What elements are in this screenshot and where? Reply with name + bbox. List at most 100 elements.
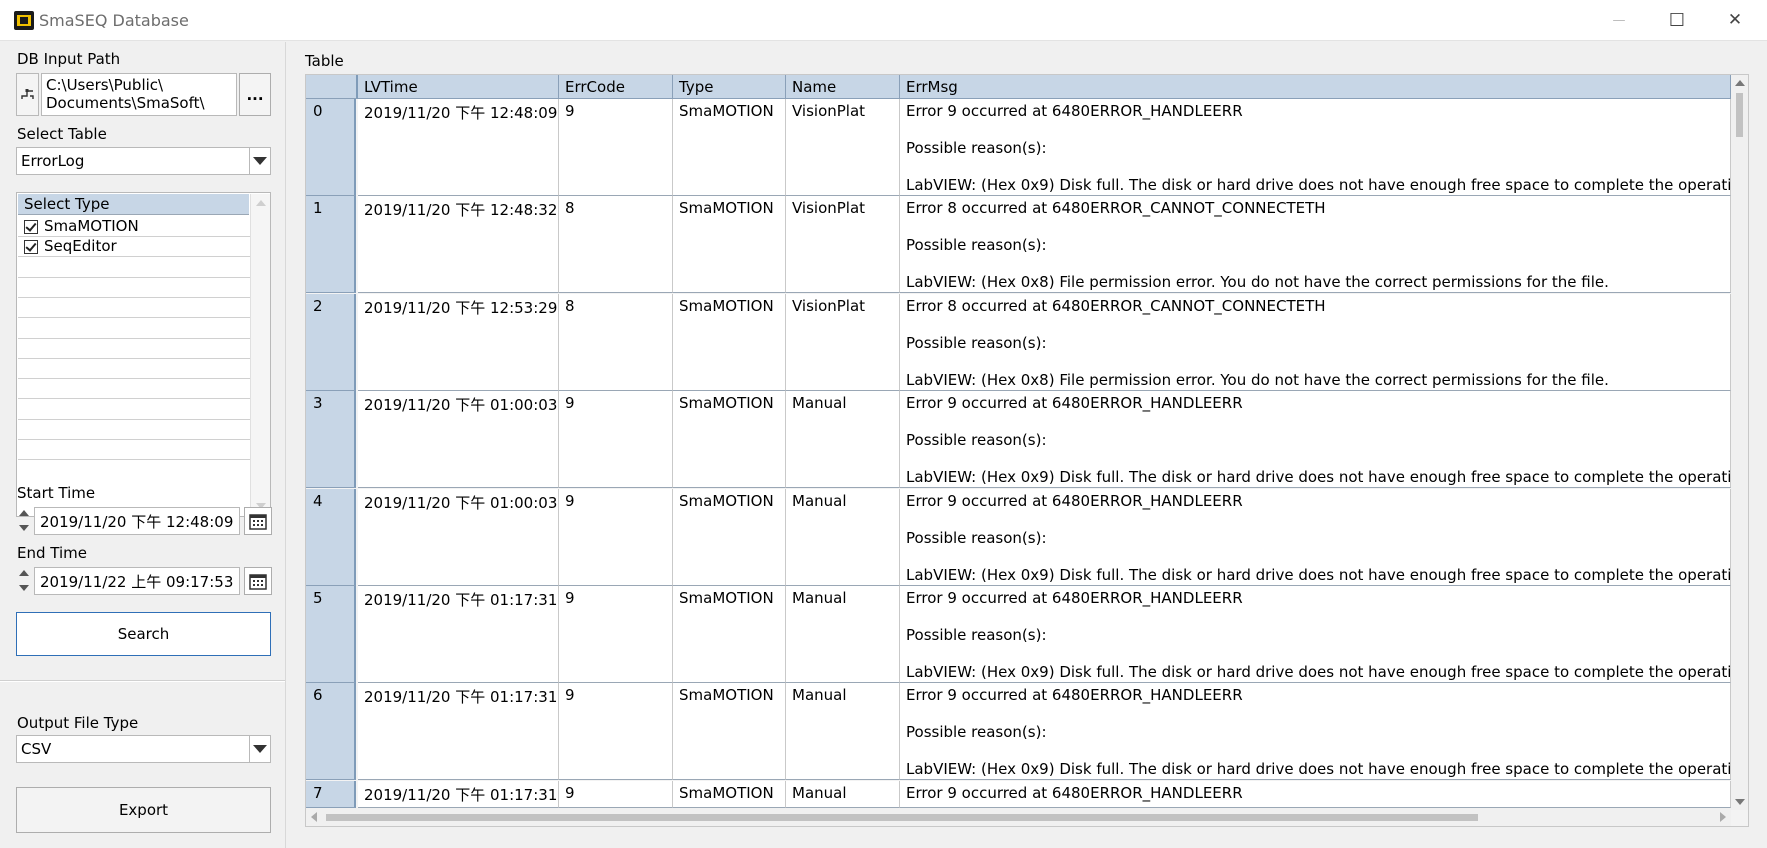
cell-name[interactable]: Manual: [786, 489, 900, 586]
row-index[interactable]: 0: [306, 99, 356, 196]
output-file-type-arrow[interactable]: [249, 736, 270, 762]
maximize-button[interactable]: ☐: [1648, 0, 1706, 40]
row-index[interactable]: 2: [306, 294, 356, 391]
cell-type[interactable]: SmaMOTION: [673, 391, 786, 488]
path-type-button[interactable]: [16, 73, 39, 116]
row-index[interactable]: 6: [306, 683, 356, 780]
errmsg-line-detail: LabVIEW: (Hex 0x9) Disk full. The disk o…: [906, 566, 1731, 584]
start-time-calendar-button[interactable]: [244, 507, 272, 535]
cell-errmsg[interactable]: Error 8 occurred at 6480ERROR_CANNOT_CON…: [900, 196, 1731, 293]
db-path-input[interactable]: C:\Users\Public\ Documents\SmaSoft\: [41, 73, 237, 116]
cell-lvtime[interactable]: 2019/11/20 下午 01:17:31: [358, 683, 559, 780]
end-time-spinner[interactable]: [17, 567, 32, 594]
cell-type[interactable]: SmaMOTION: [673, 294, 786, 391]
cell-name[interactable]: Manual: [786, 781, 900, 808]
cell-name[interactable]: VisionPlat: [786, 294, 900, 391]
cell-lvtime[interactable]: 2019/11/20 下午 12:48:32: [358, 196, 559, 293]
column-header-errmsg[interactable]: ErrMsg: [900, 75, 1731, 99]
app-icon: [14, 11, 34, 30]
search-button[interactable]: Search: [16, 612, 271, 656]
browse-button[interactable]: ...: [239, 73, 271, 116]
errmsg-line-detail: LabVIEW: (Hex 0x9) Disk full. The disk o…: [906, 663, 1731, 681]
cell-errcode[interactable]: 9: [559, 781, 673, 808]
select-table-arrow[interactable]: [249, 148, 270, 174]
minimize-button[interactable]: —: [1590, 0, 1648, 40]
panel-divider: [0, 680, 285, 682]
column-header-lvtime[interactable]: LVTime: [358, 75, 559, 99]
cell-errcode[interactable]: 8: [559, 196, 673, 293]
column-header-name[interactable]: Name: [786, 75, 900, 99]
select-table-dropdown[interactable]: ErrorLog: [16, 147, 271, 175]
cell-name[interactable]: VisionPlat: [786, 196, 900, 293]
cell-errcode[interactable]: 8: [559, 294, 673, 391]
cell-lvtime[interactable]: 2019/11/20 下午 01:17:31: [358, 586, 559, 683]
cell-type[interactable]: SmaMOTION: [673, 196, 786, 293]
window-title: SmaSEQ Database: [39, 11, 189, 30]
checkbox-checked-icon[interactable]: [24, 240, 38, 254]
export-button[interactable]: Export: [16, 787, 271, 833]
row-index[interactable]: 5: [306, 586, 356, 683]
cell-type[interactable]: SmaMOTION: [673, 99, 786, 196]
cell-errmsg[interactable]: Error 9 occurred at 6480ERROR_HANDLEERR: [900, 781, 1731, 808]
cell-errmsg[interactable]: Error 9 occurred at 6480ERROR_HANDLEERR P…: [900, 99, 1731, 196]
row-index[interactable]: 7: [306, 781, 356, 808]
horizontal-scroll-thumb[interactable]: [326, 814, 1478, 821]
cell-errmsg[interactable]: Error 9 occurred at 6480ERROR_HANDLEERR P…: [900, 586, 1731, 683]
type-list-empty-row: [18, 419, 250, 440]
select-table-label: Select Table: [17, 125, 107, 143]
start-time-spinner[interactable]: [17, 507, 32, 534]
cell-name[interactable]: VisionPlat: [786, 99, 900, 196]
row-index[interactable]: 1: [306, 196, 356, 293]
cell-type[interactable]: SmaMOTION: [673, 781, 786, 808]
results-table[interactable]: LVTime ErrCode Type Name ErrMsg 0 2019/11…: [305, 74, 1749, 827]
cell-errcode[interactable]: 9: [559, 391, 673, 488]
cell-type[interactable]: SmaMOTION: [673, 586, 786, 683]
cell-errmsg[interactable]: Error 9 occurred at 6480ERROR_HANDLEERR P…: [900, 391, 1731, 488]
row-index[interactable]: 4: [306, 489, 356, 586]
errmsg-line-reason: Possible reason(s):: [906, 139, 1047, 157]
end-time-calendar-button[interactable]: [244, 567, 272, 595]
table-vertical-scrollbar[interactable]: [1731, 75, 1748, 810]
cell-errmsg[interactable]: Error 9 occurred at 6480ERROR_HANDLEERR P…: [900, 489, 1731, 586]
type-list-item[interactable]: SmaMOTION: [18, 216, 250, 237]
cell-type[interactable]: SmaMOTION: [673, 683, 786, 780]
cell-lvtime[interactable]: 2019/11/20 下午 12:48:09: [358, 99, 559, 196]
table-horizontal-scrollbar[interactable]: [306, 808, 1731, 826]
type-list-empty-row: [18, 378, 250, 399]
type-listbox[interactable]: Select Type SmaMOTION SeqEditor: [16, 192, 271, 517]
db-input-path-label: DB Input Path: [17, 50, 121, 68]
output-file-type-dropdown[interactable]: CSV: [16, 735, 271, 763]
cell-type[interactable]: SmaMOTION: [673, 489, 786, 586]
type-list-scrollbar[interactable]: [250, 194, 270, 515]
cell-errmsg[interactable]: Error 8 occurred at 6480ERROR_CANNOT_CON…: [900, 294, 1731, 391]
column-header-errcode[interactable]: ErrCode: [559, 75, 673, 99]
column-header-type[interactable]: Type: [673, 75, 786, 99]
type-list-header: Select Type: [18, 194, 249, 215]
errmsg-line-error: Error 9 occurred at 6480ERROR_HANDLEERR: [906, 102, 1243, 120]
row-index[interactable]: 3: [306, 391, 356, 488]
table-corner-header: [306, 75, 358, 99]
errmsg-line-error: Error 9 occurred at 6480ERROR_HANDLEERR: [906, 784, 1243, 802]
close-button[interactable]: ✕: [1706, 0, 1764, 40]
cell-lvtime[interactable]: 2019/11/20 下午 12:53:29: [358, 294, 559, 391]
end-time-input[interactable]: 2019/11/22 上午 09:17:53: [34, 567, 240, 595]
title-bar: SmaSEQ Database — ☐ ✕: [0, 0, 1767, 41]
vertical-scroll-thumb[interactable]: [1736, 93, 1743, 137]
cell-errcode[interactable]: 9: [559, 683, 673, 780]
cell-lvtime[interactable]: 2019/11/20 下午 01:17:31: [358, 781, 559, 808]
checkbox-checked-icon[interactable]: [24, 220, 38, 234]
errmsg-line-reason: Possible reason(s):: [906, 529, 1047, 547]
cell-errmsg[interactable]: Error 9 occurred at 6480ERROR_HANDLEERR P…: [900, 683, 1731, 780]
cell-name[interactable]: Manual: [786, 586, 900, 683]
cell-errcode[interactable]: 9: [559, 99, 673, 196]
type-list-item[interactable]: SeqEditor: [18, 236, 250, 257]
cell-errcode[interactable]: 9: [559, 586, 673, 683]
cell-lvtime[interactable]: 2019/11/20 下午 01:00:03: [358, 391, 559, 488]
cell-errcode[interactable]: 9: [559, 489, 673, 586]
type-list-empty-row: [18, 257, 250, 278]
errmsg-line-error: Error 9 occurred at 6480ERROR_HANDLEERR: [906, 492, 1243, 510]
start-time-input[interactable]: 2019/11/20 下午 12:48:09: [34, 507, 240, 535]
cell-name[interactable]: Manual: [786, 391, 900, 488]
cell-name[interactable]: Manual: [786, 683, 900, 780]
cell-lvtime[interactable]: 2019/11/20 下午 01:00:03: [358, 489, 559, 586]
